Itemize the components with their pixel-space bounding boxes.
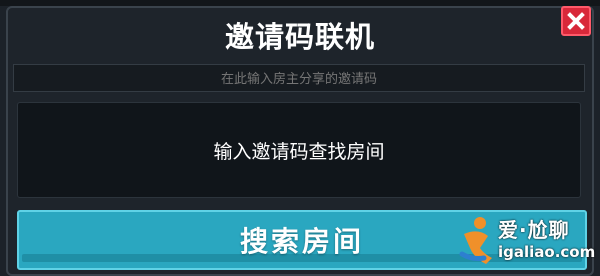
room-display-area: 输入邀请码查找房间 — [17, 102, 581, 198]
close-button[interactable] — [561, 6, 591, 36]
invite-code-input[interactable] — [13, 64, 585, 92]
watermark-text: 爱·尬聊 — [498, 218, 570, 242]
close-icon — [567, 12, 585, 30]
search-room-label: 搜索房间 — [239, 225, 364, 258]
room-display-text: 输入邀请码查找房间 — [213, 140, 385, 163]
watermark-url: igaliao.com — [498, 243, 596, 261]
dialog-title: 邀请码联机 — [224, 20, 375, 54]
watermark-logo-icon — [459, 217, 492, 264]
watermark: 爱·尬聊 igaliao.com — [458, 210, 598, 274]
